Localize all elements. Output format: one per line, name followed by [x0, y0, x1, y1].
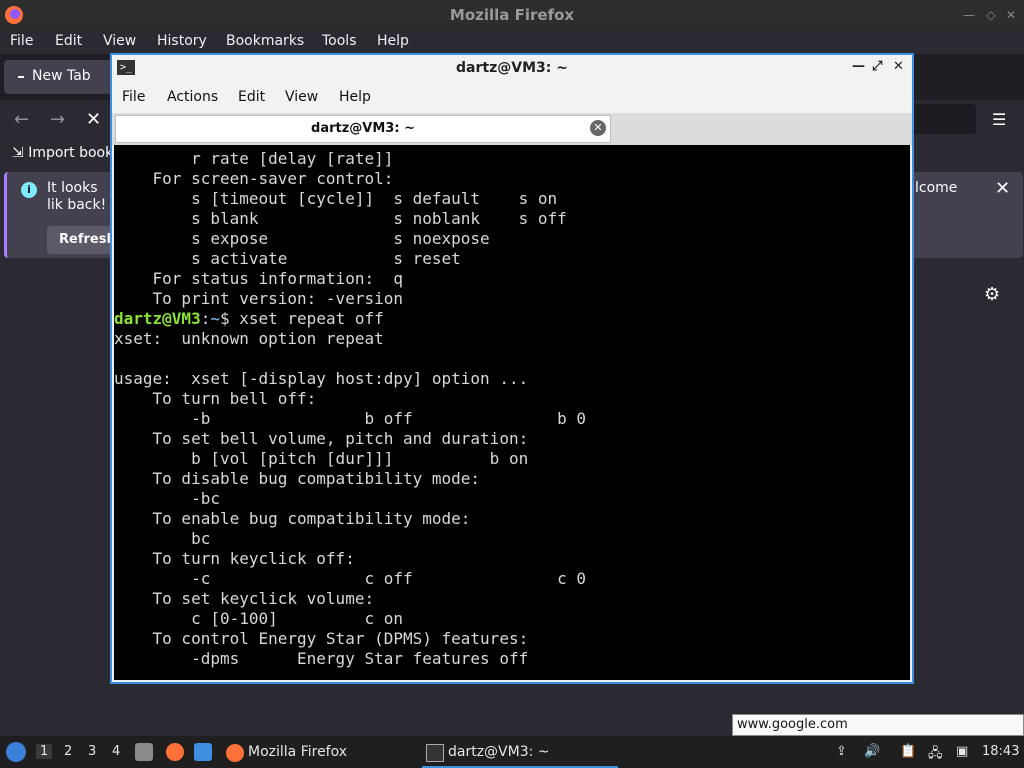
menu-bookmarks[interactable]: Bookmarks: [226, 33, 304, 49]
menu-view[interactable]: View: [103, 33, 136, 49]
firefox-task-icon: [226, 744, 244, 762]
workspace-2[interactable]: 2: [64, 744, 72, 759]
import-bookmarks-button[interactable]: ⇲ Import book: [12, 145, 113, 161]
info-icon: i: [21, 182, 37, 198]
url-bar[interactable]: [912, 104, 976, 134]
terminal-menubar: File Actions Edit View Help: [112, 82, 912, 113]
terminal-tab-label: dartz@VM3: ~: [311, 121, 415, 136]
notification-close-icon[interactable]: ✕: [995, 178, 1010, 199]
firefox-launcher-icon[interactable]: [166, 743, 184, 761]
terminal-close-icon[interactable]: ✕: [893, 59, 904, 74]
hamburger-menu-icon[interactable]: ☰: [992, 110, 1006, 129]
notification-message-end: lcome: [915, 180, 958, 196]
menu-edit[interactable]: Edit: [55, 33, 82, 49]
terminal-text: r rate [delay [rate]] For screen-saver c…: [114, 145, 910, 669]
output-before: r rate [delay [rate]] For screen-saver c…: [152, 149, 567, 308]
prompt-symbol: $: [219, 309, 240, 328]
clipboard-icon[interactable]: 📋: [900, 744, 916, 759]
terminal-task-icon: [426, 744, 444, 762]
network-icon[interactable]: 🖧: [928, 744, 943, 766]
loading-icon: [18, 76, 24, 78]
gear-icon[interactable]: ⚙: [984, 284, 1000, 305]
file-manager-icon[interactable]: [135, 743, 153, 761]
forward-icon[interactable]: →: [50, 109, 65, 130]
back-icon[interactable]: ←: [14, 109, 29, 130]
app-menu-icon[interactable]: [6, 742, 26, 762]
desktop-icon[interactable]: [194, 743, 212, 761]
terminal-titlebar: >_ dartz@VM3: ~ — ⤢ ✕: [112, 55, 912, 82]
output-after: xset: unknown option repeat usage: xset …: [114, 329, 587, 668]
task-firefox[interactable]: Mozilla Firefox: [222, 740, 412, 766]
status-link: www.google.com: [732, 714, 1024, 736]
menu-history[interactable]: History: [157, 33, 207, 49]
minimize-icon[interactable]: —: [962, 8, 976, 22]
prompt-user: dartz@VM3: [114, 309, 201, 328]
taskbar: 1 2 3 4 Mozilla Firefox dartz@VM3: ~ ⇪ 🔊…: [0, 736, 1024, 768]
task-terminal[interactable]: dartz@VM3: ~: [422, 740, 618, 768]
menu-tools[interactable]: Tools: [322, 33, 357, 49]
terminal-title: dartz@VM3: ~: [456, 60, 568, 76]
notification-icon[interactable]: ▣: [956, 744, 968, 759]
terminal-output[interactable]: r rate [delay [rate]] For screen-saver c…: [114, 145, 910, 680]
maximize-icon[interactable]: ◇: [984, 8, 998, 22]
menu-help[interactable]: Help: [377, 33, 409, 49]
workspace-1[interactable]: 1: [36, 744, 53, 759]
task-terminal-label: dartz@VM3: ~: [448, 744, 550, 760]
terminal-tabbar: dartz@VM3: ~ ✕: [112, 113, 912, 145]
tab-label: New Tab: [32, 68, 91, 84]
tab-new-tab[interactable]: New Tab: [4, 60, 116, 94]
task-firefox-label: Mozilla Firefox: [248, 744, 348, 760]
clock: 18:43: [982, 744, 1020, 759]
firefox-titlebar: Mozilla Firefox — ◇ ✕: [0, 0, 1024, 30]
terminal-tab[interactable]: dartz@VM3: ~ ✕: [115, 115, 611, 143]
tab-close-icon[interactable]: ✕: [590, 120, 606, 136]
import-bookmarks-label: Import book: [28, 145, 114, 161]
terminal-minimize-icon[interactable]: —: [852, 59, 865, 74]
stop-icon[interactable]: ✕: [86, 109, 101, 130]
terminal-window: >_ dartz@VM3: ~ — ⤢ ✕ File Actions Edit …: [110, 53, 914, 684]
terminal-menu-edit[interactable]: Edit: [238, 89, 265, 105]
window-title: Mozilla Firefox: [449, 6, 575, 24]
prompt-separator: :: [200, 309, 211, 328]
workspace-4[interactable]: 4: [112, 744, 120, 759]
volume-icon[interactable]: 🔊: [864, 744, 880, 759]
terminal-menu-help[interactable]: Help: [339, 89, 371, 105]
notification-message: It looks lik back!: [47, 180, 107, 213]
firefox-menubar: File Edit View History Bookmarks Tools H…: [0, 30, 1024, 54]
upload-icon[interactable]: ⇪: [836, 744, 847, 759]
terminal-menu-file[interactable]: File: [122, 89, 145, 105]
terminal-menu-view[interactable]: View: [285, 89, 318, 105]
close-icon[interactable]: ✕: [1004, 8, 1018, 22]
workspace-3[interactable]: 3: [88, 744, 96, 759]
prompt-path: ~: [210, 309, 220, 328]
terminal-menu-actions[interactable]: Actions: [167, 89, 218, 105]
menu-file[interactable]: File: [10, 33, 33, 49]
command-text: xset repeat off: [239, 309, 384, 328]
terminal-maximize-icon[interactable]: ⤢: [872, 59, 882, 74]
